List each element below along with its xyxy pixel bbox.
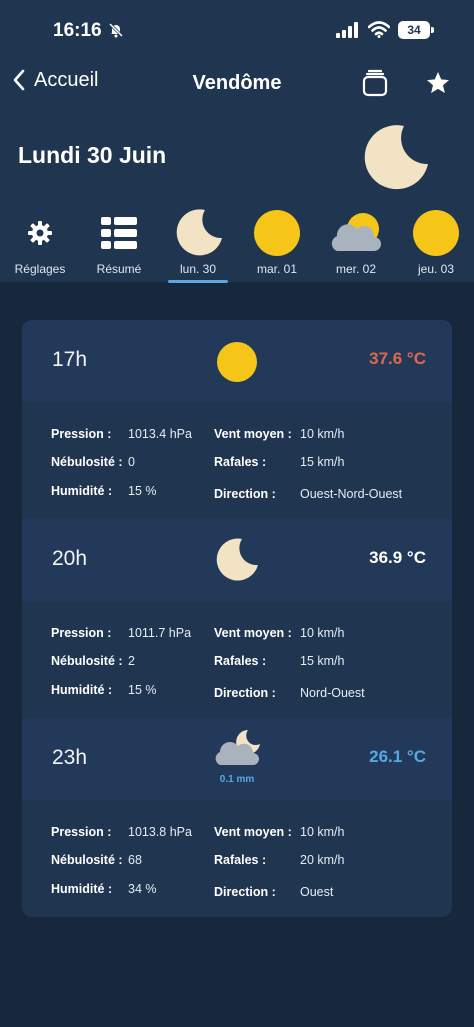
gusts-label: Rafales : — [214, 853, 267, 867]
cloud-cover-label: Nébulosité : — [51, 853, 123, 867]
wind-label: Vent moyen : — [214, 427, 292, 441]
wind-label: Vent moyen : — [214, 626, 292, 640]
humidity-label: Humidité : — [51, 484, 113, 498]
grid-icon — [101, 217, 137, 249]
cloudy-moon-icon — [215, 730, 260, 765]
gusts-value: 15 km/h — [300, 455, 345, 469]
wind-value: 10 km/h — [300, 626, 345, 640]
wind-value: 10 km/h — [300, 825, 345, 839]
gusts-label: Rafales : — [214, 455, 267, 469]
back-label: Accueil — [34, 68, 99, 91]
wind-value: 10 km/h — [300, 427, 345, 441]
pressure-label: Pression : — [51, 825, 112, 839]
status-bar: 16:16 34 — [0, 0, 474, 62]
chevron-left-icon — [13, 69, 25, 91]
cellular-signal-icon — [336, 22, 358, 38]
forecast-temperature: 26.1 °C — [369, 747, 426, 766]
tab-label: jeu. 03 — [417, 262, 455, 276]
hourly-forecast-card: 17h 37.6 °C Pression : 1013.4 hPa Nébulo… — [22, 320, 452, 917]
gusts-label: Rafales : — [214, 654, 267, 668]
tab-day-mar-01[interactable]: mar. 01 — [237, 206, 317, 276]
direction-label: Direction : — [214, 487, 276, 501]
cloud-cover-value: 2 — [128, 654, 135, 668]
tab-label: mar. 01 — [256, 262, 298, 276]
partly-cloudy-icon — [331, 213, 381, 251]
moon-icon — [176, 209, 222, 256]
forecast-details: Pression : 1013.4 hPa Nébulosité : 0 Hum… — [22, 402, 452, 519]
humidity-label: Humidité : — [51, 882, 113, 896]
sun-icon — [254, 210, 300, 256]
tab-day-lun-30[interactable]: lun. 30 — [158, 206, 238, 283]
tab-label: mer. 02 — [335, 262, 377, 276]
selected-date: Lundi 30 Juin — [18, 142, 167, 168]
pressure-label: Pression : — [51, 427, 112, 441]
forecast-details: Pression : 1011.7 hPa Nébulosité : 2 Hum… — [22, 601, 452, 718]
active-tab-indicator — [168, 280, 228, 283]
direction-label: Direction : — [214, 686, 276, 700]
pressure-value: 1013.4 hPa — [128, 427, 192, 441]
direction-value: Ouest — [300, 885, 334, 899]
layers-icon[interactable] — [360, 68, 390, 98]
forecast-temperature: 36.9 °C — [369, 548, 426, 567]
battery-indicator: 34 — [398, 21, 430, 39]
pressure-value: 1011.7 hPa — [128, 626, 192, 640]
sun-icon — [217, 342, 257, 382]
cloud-cover-label: Nébulosité : — [51, 455, 123, 469]
forecast-hour: 17h — [52, 348, 88, 371]
sun-icon — [413, 210, 459, 256]
pressure-value: 1013.8 hPa — [128, 825, 192, 839]
forecast-hour: 20h — [52, 547, 88, 570]
cloud-cover-value: 0 — [128, 455, 135, 469]
bell-muted-icon — [108, 22, 124, 38]
tab-day-mer-02[interactable]: mer. 02 — [316, 206, 396, 276]
forecast-hour-row[interactable]: 17h 37.6 °C — [22, 320, 452, 402]
humidity-value: 34 % — [128, 882, 157, 896]
back-button[interactable]: Accueil — [12, 68, 98, 92]
battery-level: 34 — [407, 23, 421, 37]
precipitation-amount: 0.1 mm — [219, 774, 255, 785]
forecast-details: Pression : 1013.8 hPa Nébulosité : 68 Hu… — [22, 800, 452, 917]
direction-value: Ouest-Nord-Ouest — [300, 487, 403, 501]
humidity-value: 15 % — [128, 683, 157, 697]
forecast-hour: 23h — [52, 746, 88, 769]
cloud-cover-value: 68 — [128, 853, 142, 867]
battery-cap — [431, 27, 434, 33]
moon-icon — [216, 538, 258, 581]
gusts-value: 15 km/h — [300, 654, 345, 668]
direction-label: Direction : — [214, 885, 276, 899]
wifi-icon — [368, 21, 390, 38]
wind-label: Vent moyen : — [214, 825, 292, 839]
tab-label: Réglages — [14, 262, 66, 276]
moon-icon — [364, 125, 428, 190]
direction-value: Nord-Ouest — [300, 686, 365, 700]
forecast-temperature: 37.6 °C — [369, 349, 426, 368]
tab-settings[interactable]: Réglages — [0, 206, 80, 276]
tab-day-jeu-03[interactable]: jeu. 03 — [396, 206, 474, 276]
tab-label: Résumé — [96, 262, 142, 276]
favorite-star-icon[interactable] — [425, 70, 451, 96]
forecast-hour-row[interactable]: 20h 36.9 °C — [22, 519, 452, 601]
tab-label: lun. 30 — [179, 262, 217, 276]
gusts-value: 20 km/h — [300, 853, 345, 867]
forecast-hour-row[interactable]: 23h 0.1 mm 26.1 °C — [22, 718, 452, 800]
cloud-cover-label: Nébulosité : — [51, 654, 123, 668]
gear-icon — [28, 221, 52, 245]
status-time: 16:16 — [53, 20, 102, 41]
humidity-label: Humidité : — [51, 683, 113, 697]
humidity-value: 15 % — [128, 484, 157, 498]
tab-summary[interactable]: Résumé — [79, 206, 159, 276]
header-panel: 16:16 34 Accueil Vendôme Lundi 30 Juin R… — [0, 0, 474, 283]
pressure-label: Pression : — [51, 626, 112, 640]
